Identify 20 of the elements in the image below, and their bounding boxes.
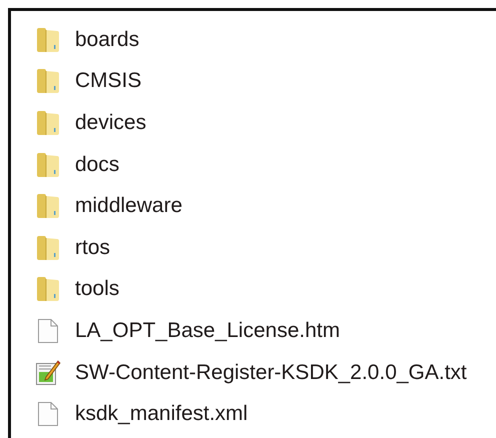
file-name[interactable]: middleware [75, 194, 182, 218]
file-name[interactable]: rtos [75, 236, 110, 260]
file-name[interactable]: devices [75, 110, 146, 135]
file-name[interactable]: LA_OPT_Base_License.htm [75, 318, 340, 343]
document-icon [38, 318, 58, 343]
file-name[interactable]: SW-Content-Register-KSDK_2.0.0_GA.txt [75, 360, 467, 385]
folder-icon [37, 194, 59, 219]
folder-icon [37, 277, 59, 302]
folder-icon [37, 152, 59, 178]
folder-icon [37, 69, 59, 94]
document-icon [38, 402, 58, 426]
file-name[interactable]: ksdk_manifest.xml [75, 402, 248, 426]
folder-icon [37, 28, 59, 52]
folder-icon [37, 110, 59, 136]
file-name[interactable]: tools [75, 277, 120, 302]
notepad-icon [36, 360, 61, 385]
file-name[interactable]: boards [75, 28, 140, 52]
file-name[interactable]: docs [75, 152, 120, 177]
file-name[interactable]: CMSIS [75, 69, 142, 94]
folder-icon [37, 236, 59, 260]
